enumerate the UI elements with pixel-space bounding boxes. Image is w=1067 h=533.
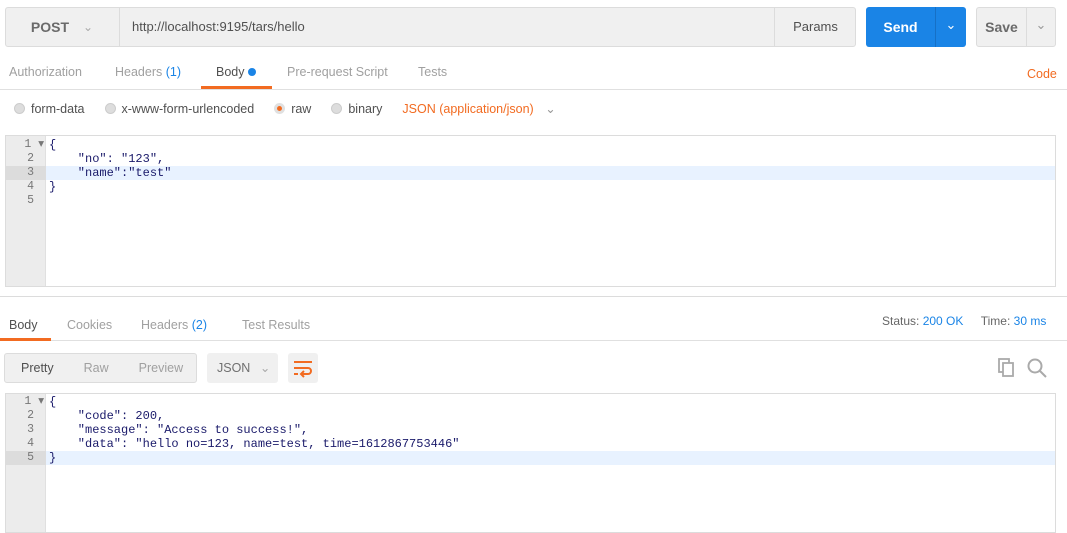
send-button-group: Send ⌄ (866, 7, 966, 47)
line-number: 1 ▾ (24, 395, 44, 408)
active-tab-underline (0, 338, 51, 341)
code-link[interactable]: Code (1027, 67, 1057, 81)
copy-icon[interactable] (997, 357, 1017, 379)
resp-tab-test-results[interactable]: Test Results (242, 318, 310, 332)
content-type-label: JSON (application/json) (402, 102, 534, 116)
format-label: JSON (217, 361, 251, 375)
radio-icon (104, 102, 116, 114)
divider (0, 340, 1067, 341)
view-mode-group: Pretty Raw Preview (4, 353, 197, 383)
code-line: 1 ▾ { (6, 138, 1055, 152)
line-number: 3 (27, 423, 34, 436)
chevron-down-icon: ⌄ (545, 102, 556, 116)
status-value: 200 OK (922, 314, 964, 328)
radio-raw[interactable]: raw (274, 102, 311, 116)
method-select[interactable]: POST ⌄ (5, 7, 120, 47)
radio-label: binary (348, 101, 383, 116)
preview-button[interactable]: Preview (139, 361, 183, 375)
code-text: "data": "hello no=123, name=test, time=1… (49, 437, 460, 451)
line-number: 2 (27, 409, 34, 422)
tab-body[interactable]: Body (216, 65, 256, 79)
code-line: 2 "code": 200, (6, 409, 1055, 423)
radio-urlencoded[interactable]: x-www-form-urlencoded (104, 101, 255, 116)
radio-form-data[interactable]: form-data (14, 102, 85, 116)
code-line: 5 (6, 194, 1055, 208)
chevron-down-icon: ⌄ (259, 361, 271, 375)
code-text: "message": "Access to success!", (49, 423, 309, 437)
code-line: 4} (6, 180, 1055, 194)
tab-tests[interactable]: Tests (418, 65, 447, 79)
response-body-viewer[interactable]: 1 ▾{2 "code": 200, 3 "message": "Access t… (5, 393, 1056, 533)
radio-label: raw (291, 101, 312, 116)
radio-binary[interactable]: binary (331, 102, 382, 116)
line-number: 1 ▾ (24, 138, 44, 151)
url-input[interactable]: http://localhost:9195/tars/hello (132, 7, 305, 47)
line-number: 3 (6, 166, 46, 180)
wrap-lines-button[interactable] (288, 353, 318, 383)
divider (0, 89, 1067, 90)
code-text: "name":"test" (46, 166, 1055, 180)
tab-headers[interactable]: Headers (1) (115, 65, 181, 79)
time-label: Time: (980, 314, 1011, 328)
radio-icon (14, 102, 25, 114)
search-icon[interactable] (1026, 357, 1048, 379)
resp-tab-headers[interactable]: Headers (2) (141, 318, 207, 332)
request-body-editor[interactable]: 1 ▾{2 "no": "123", 3 "name":"test" 4} 5 (5, 135, 1056, 287)
content-type-select[interactable]: JSON (application/json) ⌄ (402, 101, 555, 116)
line-number: 4 (27, 437, 34, 450)
tab-authorization[interactable]: Authorization (9, 65, 82, 79)
line-number: 5 (27, 194, 34, 207)
active-tab-underline (201, 86, 272, 89)
resp-tab-cookies[interactable]: Cookies (67, 318, 112, 332)
line-number: 5 (6, 451, 46, 465)
tab-prerequest-script[interactable]: Pre-request Script (287, 65, 388, 79)
params-button[interactable]: Params (774, 7, 856, 47)
radio-label: x-www-form-urlencoded (121, 101, 255, 116)
pane-divider[interactable] (0, 296, 1067, 297)
status-label: Status: (882, 314, 920, 328)
line-number: 4 (27, 180, 34, 193)
code-line: 5} (6, 451, 1055, 465)
resp-tab-headers-label: Headers (141, 318, 189, 332)
code-line: 3 "message": "Access to success!", (6, 423, 1055, 437)
code-text: { (49, 138, 57, 152)
save-options-chevron-icon[interactable]: ⌄ (1026, 8, 1055, 46)
code-line: 1 ▾ { (6, 395, 1055, 409)
radio-selected-icon (274, 102, 286, 114)
response-status: Status: 200 OK Time: 30 ms (882, 314, 1046, 328)
save-button-group: Save ⌄ (976, 7, 1056, 47)
code-text: "code": 200, (49, 409, 165, 423)
headers-count: (1) (165, 65, 182, 79)
code-line: 2 "no": "123", (6, 152, 1055, 166)
code-text: "no": "123", (49, 152, 165, 166)
send-button[interactable]: Send (866, 7, 935, 47)
headers-count: (2) (191, 318, 208, 332)
tab-body-label: Body (216, 65, 245, 79)
save-button[interactable]: Save (977, 8, 1026, 46)
body-type-radios: form-data x-www-form-urlencoded raw bina… (14, 101, 556, 116)
line-number: 2 (27, 152, 34, 165)
modified-dot-icon (247, 68, 256, 76)
code-line: 3 "name":"test" (6, 166, 1055, 180)
code-text: { (49, 395, 57, 409)
code-line: 4 "data": "hello no=123, name=test, time… (6, 437, 1055, 451)
method-label: POST (30, 19, 70, 35)
chevron-down-icon: ⌄ (83, 20, 94, 34)
code-text: } (49, 180, 57, 194)
code-text: } (46, 451, 1055, 465)
wrap-lines-icon (294, 361, 312, 378)
tab-headers-label: Headers (115, 65, 163, 79)
time-value: 30 ms (1013, 314, 1047, 328)
resp-tab-body[interactable]: Body (9, 318, 38, 332)
radio-icon (331, 102, 343, 114)
send-options-chevron-icon[interactable]: ⌄ (935, 7, 966, 47)
pretty-button[interactable]: Pretty (21, 361, 54, 375)
radio-label: form-data (31, 101, 85, 116)
format-select[interactable]: JSON ⌄ (207, 353, 278, 383)
raw-button[interactable]: Raw (84, 361, 109, 375)
